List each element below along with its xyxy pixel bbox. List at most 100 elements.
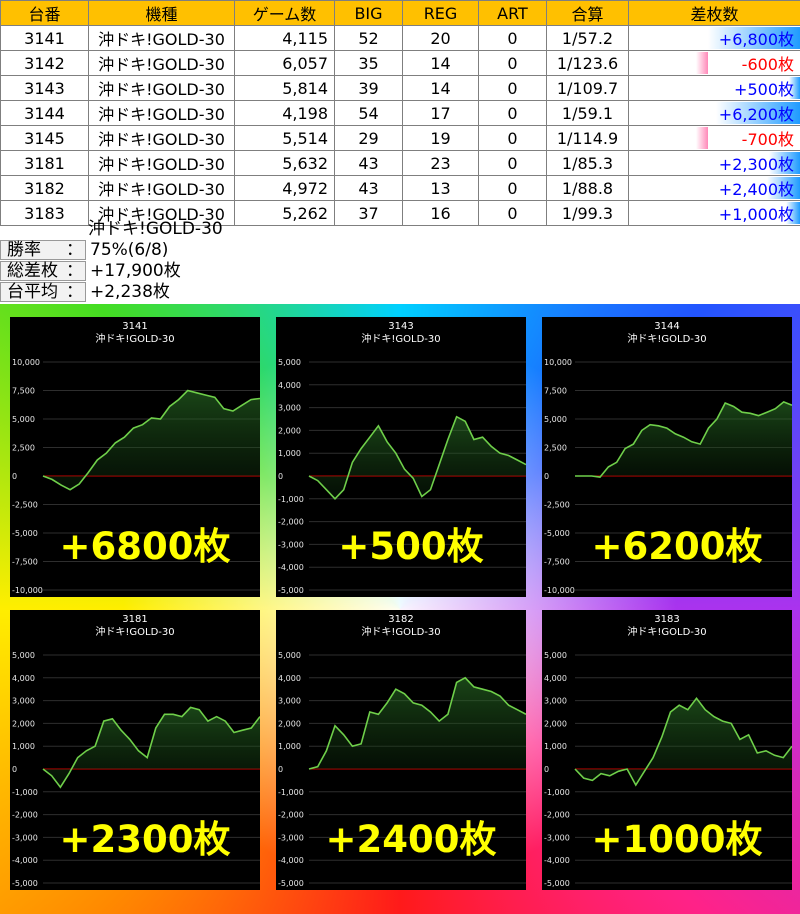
cell-diff: +6,800枚 (628, 25, 800, 51)
result-label: +2300枚 (60, 818, 231, 861)
graph-card: 3143 沖ドキ!GOLD-30 5,000 4,000 3,000 2,000 1,000… (276, 317, 526, 597)
diff-value: +6,200枚 (718, 105, 794, 124)
cell-combined: 1/88.8 (546, 175, 629, 201)
cell-combined: 1/85.3 (546, 150, 629, 176)
slump-graph: 3141沖ドキ!GOLD-30 10,000 7,500 5,000 2,500 0 -2,… (12, 321, 260, 595)
table-row: 3143 沖ドキ!GOLD-30 5,814 39 14 0 1/109.7 +500枚 (0, 75, 800, 101)
y-tick-label: 5,000 (12, 651, 35, 660)
y-tick-label: -5,000 (12, 879, 38, 888)
cell-machine-no: 3141 (0, 25, 89, 51)
area-fill (43, 707, 260, 788)
result-label: +2400枚 (326, 818, 497, 861)
y-tick-label: 3,000 (12, 697, 35, 706)
cell-diff: +500枚 (628, 75, 800, 101)
cell-machine-no: 3181 (0, 150, 89, 176)
cell-big: 43 (334, 175, 403, 201)
cell-reg: 20 (402, 25, 479, 51)
cell-diff: +1,000枚 (628, 200, 800, 226)
cell-model: 沖ドキ!GOLD-30 (88, 150, 235, 176)
diff-value: +2,300枚 (718, 155, 794, 174)
y-tick-label: 2,000 (544, 719, 567, 728)
y-tick-label: 5,000 (278, 358, 301, 367)
cell-games: 5,514 (234, 125, 335, 151)
cell-games: 4,198 (234, 100, 335, 126)
cell-model: 沖ドキ!GOLD-30 (88, 125, 235, 151)
y-tick-label: -3,000 (12, 833, 38, 842)
y-tick-label: 1,000 (278, 742, 301, 751)
slump-graph: 3182沖ドキ!GOLD-30 5,000 4,000 3,000 2,000 1,000… (278, 614, 526, 888)
cell-machine-no: 3142 (0, 50, 89, 76)
y-tick-label: -2,000 (12, 811, 38, 820)
cell-reg: 14 (402, 50, 479, 76)
header-art: ART (478, 0, 547, 26)
y-tick-label: 2,000 (12, 719, 35, 728)
cell-big: 39 (334, 75, 403, 101)
y-tick-label: -4,000 (544, 856, 570, 865)
summary-model: 沖ドキ!GOLD-30 (88, 219, 223, 239)
y-tick-label: -10,000 (12, 586, 43, 595)
y-tick-label: -2,000 (544, 811, 570, 820)
graph-title: 3144 (654, 321, 679, 332)
y-tick-label: -5,000 (278, 586, 304, 595)
table-row: 3182 沖ドキ!GOLD-30 4,972 43 13 0 1/88.8 +2,400枚 (0, 175, 800, 201)
average-colon: ： (66, 282, 83, 302)
cell-diff: +2,400枚 (628, 175, 800, 201)
cell-games: 6,057 (234, 50, 335, 76)
average-value: +2,238枚 (90, 282, 170, 302)
result-label: +6200枚 (592, 525, 763, 568)
header-big: BIG (334, 0, 403, 26)
cell-model: 沖ドキ!GOLD-30 (88, 100, 235, 126)
y-tick-label: -7,500 (12, 558, 38, 567)
cell-diff: +2,300枚 (628, 150, 800, 176)
y-tick-label: 3,000 (278, 404, 301, 413)
win-rate-value: 75%(6/8) (90, 240, 169, 260)
y-tick-label: -2,000 (278, 811, 304, 820)
cell-machine-no: 3182 (0, 175, 89, 201)
y-tick-label: 0 (544, 765, 549, 774)
table-body: 3141 沖ドキ!GOLD-30 4,115 52 20 0 1/57.2 +6,800枚 31… (0, 25, 800, 226)
y-tick-label: 5,000 (544, 651, 567, 660)
y-tick-label: 4,000 (278, 381, 301, 390)
cell-art: 0 (478, 175, 547, 201)
graph-subtitle: 沖ドキ!GOLD-30 (95, 625, 174, 638)
cell-games: 4,972 (234, 175, 335, 201)
cell-games: 5,814 (234, 75, 335, 101)
cell-combined: 1/99.3 (546, 200, 629, 226)
diff-value: -600枚 (741, 55, 794, 74)
result-label: +1000枚 (592, 818, 763, 861)
result-label: +6800枚 (60, 525, 231, 568)
y-tick-label: -1,000 (278, 788, 304, 797)
table-row: 3181 沖ドキ!GOLD-30 5,632 43 23 0 1/85.3 +2,300枚 (0, 150, 800, 176)
y-tick-label: 5,000 (12, 415, 35, 424)
cell-games: 5,262 (234, 200, 335, 226)
cell-games: 4,115 (234, 25, 335, 51)
cell-big: 43 (334, 150, 403, 176)
y-tick-label: -1,000 (544, 788, 570, 797)
cell-machine-no: 3145 (0, 125, 89, 151)
y-tick-label: -2,000 (278, 518, 304, 527)
table-header-row: 台番 機種 ゲーム数 BIG REG ART 合算 差枚数 (0, 0, 800, 26)
diff-value: +500枚 (734, 80, 794, 99)
table-row: 3141 沖ドキ!GOLD-30 4,115 52 20 0 1/57.2 +6,800枚 (0, 25, 800, 51)
cell-art: 0 (478, 100, 547, 126)
graph-card: 3183 沖ドキ!GOLD-30 5,000 4,000 3,000 2,000 1,000… (542, 610, 792, 890)
y-tick-label: 0 (12, 472, 17, 481)
graph-title: 3182 (388, 614, 413, 625)
y-tick-label: -4,000 (12, 856, 38, 865)
y-tick-label: -5,000 (544, 529, 570, 538)
cell-diff: -600枚 (628, 50, 800, 76)
y-tick-label: -1,000 (12, 788, 38, 797)
cell-reg: 13 (402, 175, 479, 201)
y-tick-label: 1,000 (12, 742, 35, 751)
slump-graph: 3143沖ドキ!GOLD-30 5,000 4,000 3,000 2,000 1,000… (278, 321, 526, 595)
cell-reg: 19 (402, 125, 479, 151)
cell-art: 0 (478, 200, 547, 226)
diff-value: +1,000枚 (718, 205, 794, 224)
y-tick-label: 2,500 (12, 444, 35, 453)
y-tick-label: 3,000 (544, 697, 567, 706)
cell-games: 5,632 (234, 150, 335, 176)
cell-machine-no: 3144 (0, 100, 89, 126)
area-fill (575, 698, 792, 785)
y-tick-label: 5,000 (544, 415, 567, 424)
y-tick-label: -5,000 (12, 529, 38, 538)
